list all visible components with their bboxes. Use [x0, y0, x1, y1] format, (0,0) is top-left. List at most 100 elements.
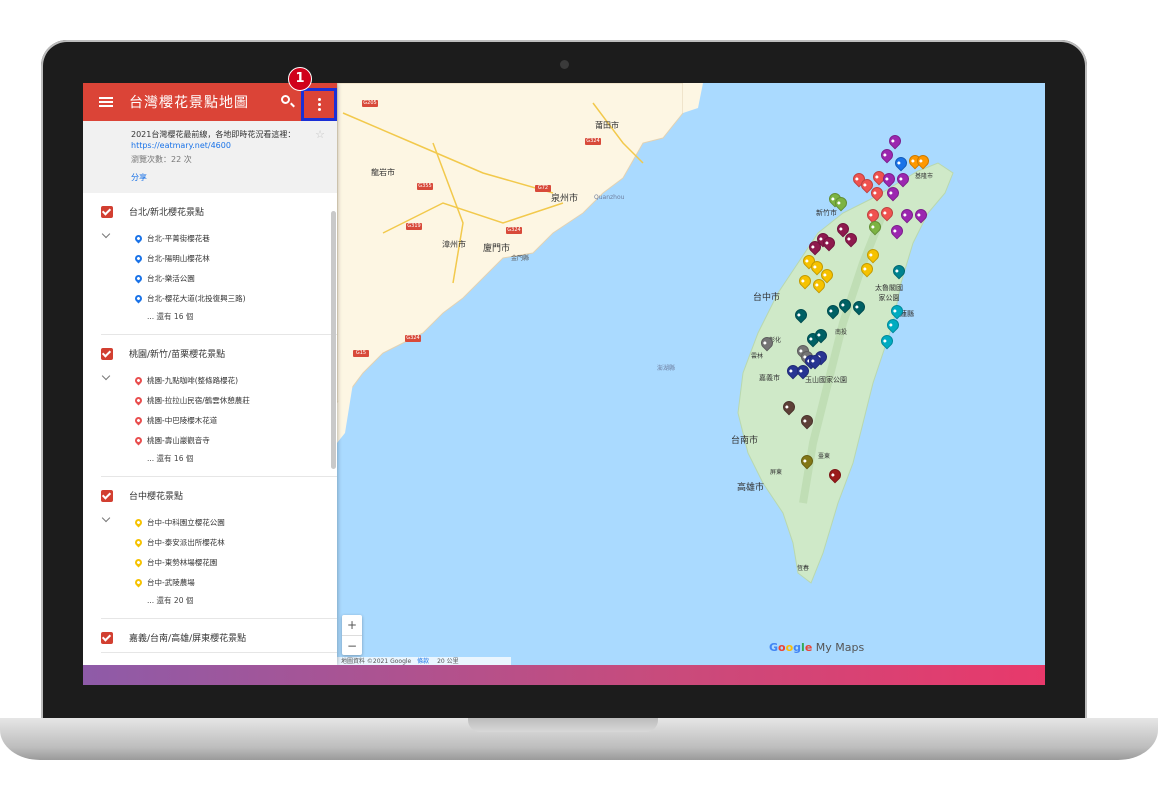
map-pin-icon: [133, 233, 144, 243]
road-shield: G205: [362, 100, 378, 107]
label-xiamen: 廈門市: [483, 244, 511, 254]
camera-dot: [560, 60, 569, 69]
list-item[interactable]: 桃園-九點咖啡(整條路櫻花): [133, 370, 337, 390]
label-chiayi: 嘉義市: [759, 374, 780, 382]
place-name: 台中-中科園立櫻花公園: [147, 517, 225, 527]
list-item[interactable]: 台中-武陵農場: [133, 572, 337, 592]
label-zhangzhou: 漳州市: [442, 240, 466, 249]
list-item[interactable]: 桃園-壽山巖觀音寺: [133, 430, 337, 450]
list-item[interactable]: 台北-陽明山櫻花林: [133, 248, 337, 268]
chevron-down-icon[interactable]: [101, 229, 111, 239]
place-name: 台中-東勢林場櫻花園: [147, 557, 218, 567]
label-quanzhou: 泉州市: [551, 194, 579, 204]
place-name: 台北-陽明山櫻花林: [147, 253, 210, 263]
label-penghu: 澎湖縣: [657, 365, 676, 372]
mainland-coast-2: [683, 83, 703, 113]
layer-name[interactable]: 台中櫻花景點: [129, 489, 183, 502]
layer-items: 台中-中科園立櫻花公園台中-泰安派出所櫻花林台中-東勢林場櫻花園 台中-武陵農場.…: [101, 512, 337, 610]
label-putian: 莆田市: [595, 121, 619, 130]
label-pingtung: 屏東: [770, 469, 783, 476]
map-description: 2021台灣櫻花最前線，各地即時花況看這裡：: [131, 130, 296, 139]
place-name: 桃園-九點咖啡(整條路櫻花): [147, 375, 239, 385]
list-item[interactable]: 桃園-拉拉山民宿/鶴雲休憩農莊: [133, 390, 337, 410]
road-shield: G355: [417, 183, 433, 190]
scale-label: 20 公里: [437, 658, 459, 665]
zoom-in-button[interactable]: +: [342, 615, 362, 635]
layer-items: 桃園-九點咖啡(整條路櫻花) 桃園-拉拉山民宿/鶴雲休憩農莊 桃園-中巴陵櫻木花道桃…: [101, 370, 337, 468]
road-shield: G324: [585, 138, 601, 145]
layer-header: 台北/新北櫻花景點: [101, 205, 337, 218]
layer-checkbox[interactable]: [101, 631, 113, 644]
place-name: 台北-櫻花大道(北投復興三路): [147, 293, 246, 303]
map-pin-icon: [133, 375, 144, 385]
layer-section: 嘉義/台南/高雄/屏東櫻花景點: [101, 619, 337, 653]
more-items-link[interactable]: ... 還有 16 個: [147, 308, 337, 326]
map-data-credit: 地圖資料 ©2021 Google: [341, 658, 412, 665]
layer-checkbox[interactable]: [101, 205, 113, 218]
zoom-out-button[interactable]: −: [342, 635, 362, 656]
layer-name[interactable]: 嘉義/台南/高雄/屏東櫻花景點: [129, 631, 246, 644]
label-kaohsiung: 高雄市: [737, 483, 765, 493]
list-item[interactable]: 台北-櫻花大道(北投復興三路): [133, 288, 337, 308]
hamburger-menu-icon[interactable]: [99, 97, 113, 107]
label-quanzhou-en: Quanzhou: [594, 194, 625, 201]
terms-link[interactable]: 條款: [417, 658, 429, 665]
layer-checkbox[interactable]: [101, 347, 113, 360]
chevron-down-icon[interactable]: [101, 371, 111, 381]
share-link[interactable]: 分享: [131, 172, 325, 183]
layer-section: 桃園/新竹/苗栗櫻花景點桃園-九點咖啡(整條路櫻花) 桃園-拉拉山民宿/鶴雲休憩農…: [101, 335, 337, 477]
map-pin-icon: [133, 435, 144, 445]
road-shield: G15: [353, 350, 369, 357]
more-items-link[interactable]: ... 還有 20 個: [147, 592, 337, 610]
star-icon[interactable]: ☆: [315, 129, 325, 140]
list-item[interactable]: 台北-樂活公園: [133, 268, 337, 288]
layer-header: 桃園/新竹/苗栗櫻花景點: [101, 347, 337, 360]
map-info-panel: ☆ 2021台灣櫻花最前線，各地即時花況看這裡： https://eatmary…: [83, 121, 337, 193]
list-item[interactable]: 台北-平菁街櫻花巷: [133, 228, 337, 248]
label-taichung: 台中市: [753, 293, 781, 303]
layer-items: 台北-平菁街櫻花巷台北-陽明山櫻花林 台北-樂活公園台北-櫻花大道(北投復興三路)…: [101, 228, 337, 326]
more-options-button[interactable]: [301, 88, 337, 121]
zoom-control: + −: [342, 615, 362, 655]
chevron-down-icon[interactable]: [101, 513, 111, 523]
map-pin-icon: [133, 395, 144, 405]
list-item[interactable]: 台中-東勢林場櫻花園: [133, 552, 337, 572]
layer-section: 台中櫻花景點台中-中科園立櫻花公園台中-泰安派出所櫻花林台中-東勢林場櫻花園 台中…: [101, 477, 337, 619]
place-name: 台北-樂活公園: [147, 273, 195, 283]
map-pin-icon: [133, 537, 144, 547]
label-hengchun: 恆春: [797, 565, 810, 572]
place-name: 桃園-拉拉山民宿/鶴雲休憩農莊: [147, 395, 250, 405]
map-pin-icon: [133, 517, 144, 527]
place-name: 台中-武陵農場: [147, 577, 195, 587]
layer-name[interactable]: 台北/新北櫻花景點: [129, 205, 204, 218]
list-item[interactable]: 台中-泰安派出所櫻花林: [133, 532, 337, 552]
list-item[interactable]: 桃園-中巴陵櫻木花道: [133, 410, 337, 430]
label-keelung: 基隆市: [915, 173, 934, 180]
road-shield: G72: [535, 185, 551, 192]
map-title: 台灣櫻花景點地圖: [129, 95, 249, 111]
place-name: 桃園-壽山巖觀音寺: [147, 435, 210, 445]
label-jinmen: 金門縣: [511, 255, 530, 262]
bottom-gradient-strip: [83, 665, 1045, 685]
sidebar-scrollbar[interactable]: [331, 211, 336, 469]
place-name: 桃園-中巴陵櫻木花道: [147, 415, 218, 425]
label-hsinchu: 新竹市: [816, 209, 837, 217]
label-tainan: 台南市: [731, 436, 759, 446]
list-item[interactable]: 台中-中科園立櫻花公園: [133, 512, 337, 532]
layer-checkbox[interactable]: [101, 489, 113, 502]
road-shield: G319: [406, 223, 422, 230]
view-count: 瀏覽次數：22 次: [131, 155, 192, 164]
layer-header: 台中櫻花景點: [101, 489, 337, 502]
google-my-maps-logo: Google My Maps: [769, 641, 865, 654]
more-items-link[interactable]: ... 還有 16 個: [147, 450, 337, 468]
layer-name[interactable]: 桃園/新竹/苗栗櫻花景點: [129, 347, 225, 360]
map-pin-icon: [133, 273, 144, 283]
map-pin-icon: [133, 577, 144, 587]
description-link[interactable]: https://eatmary.net/4600: [131, 141, 231, 150]
search-icon[interactable]: [281, 95, 290, 104]
label-taroko: 太魯閣國家公園: [875, 284, 903, 302]
label-taitung: 臺東: [818, 453, 831, 460]
map-pin-icon: [133, 253, 144, 263]
label-yushan: 玉山國家公園: [805, 376, 847, 384]
dot: [317, 108, 321, 111]
